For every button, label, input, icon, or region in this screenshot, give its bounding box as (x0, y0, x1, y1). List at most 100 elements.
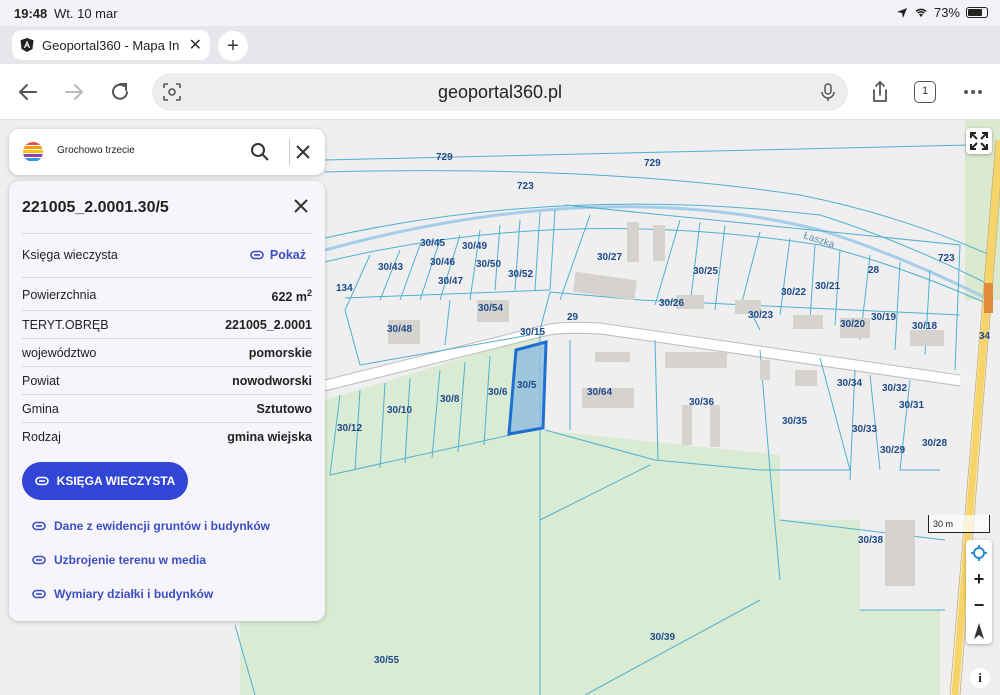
parcel-label: 30/36 (689, 397, 714, 408)
info-icon[interactable]: i (970, 668, 990, 688)
parcel-label: 30/43 (378, 262, 403, 273)
parcel-lines-nw (344, 204, 961, 371)
compass-icon (974, 623, 984, 639)
parcel-label: 30/49 (462, 241, 487, 252)
divider (22, 277, 312, 278)
detail-value: 622 m2 (271, 288, 312, 305)
parcel-label: 30/35 (782, 416, 807, 427)
kw-label: Księga wieczysta (22, 248, 118, 262)
reload-icon[interactable] (106, 78, 134, 106)
link-label: Uzbrojenie terenu w media (54, 553, 207, 567)
search-divider (289, 139, 290, 165)
parcel-label: 30/34 (837, 378, 862, 389)
parcel-label: 30/48 (387, 324, 412, 335)
link-utilities[interactable]: Uzbrojenie terenu w media (32, 553, 206, 567)
road-marker-orange (984, 283, 993, 313)
detail-key: Rodzaj (22, 430, 61, 444)
close-icon[interactable] (293, 142, 313, 162)
forward-icon[interactable] (60, 78, 88, 106)
parcel-label: 30/39 (650, 632, 675, 643)
location-icon (896, 7, 907, 18)
parcel-label: 30/55 (374, 655, 399, 666)
search-card: Grochowo trzecie (9, 129, 325, 175)
parcel-label: 30/38 (858, 535, 883, 546)
tabs-overview-button[interactable]: 1 (914, 81, 936, 103)
parcel-label: 30/20 (840, 319, 865, 330)
parcel-label: 729 (436, 152, 453, 163)
detail-value: Sztutowo (256, 402, 312, 416)
parcel-label: 723 (938, 253, 955, 264)
parcel-label: 30/47 (438, 276, 463, 287)
ksiega-wieczysta-button-label: KSIĘGA WIECZYSTA (56, 474, 176, 488)
parcel-label: 723 (517, 181, 534, 192)
new-tab-button[interactable]: + (218, 31, 248, 61)
zoom-out-button[interactable]: − (966, 592, 992, 618)
fullscreen-button[interactable] (966, 128, 992, 154)
link-land-register-data[interactable]: Dane z ewidencji gruntów i budynków (32, 519, 270, 533)
map-zoom-controls: + − (966, 540, 992, 644)
link-label: Dane z ewidencji gruntów i budynków (54, 519, 271, 533)
parcel-label: 134 (336, 283, 353, 294)
detail-key: województwo (22, 346, 97, 360)
status-time: 19:48 (14, 6, 48, 21)
angular-favicon-icon (20, 38, 34, 52)
address-bar[interactable]: geoportal360.pl (152, 73, 848, 111)
tab-bar: Geoportal360 - Mapa In ✕ + (0, 26, 1000, 64)
parcel-label: 30/5 (517, 380, 537, 391)
zoom-in-button[interactable]: + (966, 566, 992, 592)
tab-title: Geoportal360 - Mapa In (42, 37, 180, 53)
link-dimensions[interactable]: Wymiary działki i budynków (32, 587, 213, 601)
share-icon[interactable] (866, 78, 894, 106)
parcel-label: 30/21 (815, 281, 840, 292)
parcel-label: 30/6 (488, 387, 508, 398)
panel-close-icon[interactable] (292, 197, 310, 215)
parcel-label: 30/15 (520, 327, 545, 338)
detail-key: Powierzchnia (22, 288, 97, 302)
detail-value: nowodworski (232, 374, 312, 388)
detail-row: Powierzchnia 622 m2 (22, 281, 312, 309)
search-icon[interactable] (250, 142, 270, 162)
fullscreen-icon (970, 132, 988, 150)
link-icon (32, 589, 46, 599)
parcel-label: 29 (567, 312, 579, 323)
kw-show-label: Pokaż (269, 248, 306, 262)
link-icon (32, 521, 46, 531)
back-icon[interactable] (14, 78, 42, 106)
parcel-label: 34 (979, 331, 991, 342)
parcel-label: 28 (868, 265, 880, 276)
parcel-label: 30/31 (899, 400, 924, 411)
locate-button[interactable] (966, 540, 992, 566)
microphone-icon[interactable] (818, 82, 838, 102)
parcel-info-panel: 221005_2.0001.30/5 Księga wieczysta Poka… (9, 181, 325, 621)
parcel-label: 30/46 (430, 257, 455, 268)
geoportal-logo-icon (23, 142, 43, 161)
page-scan-icon[interactable] (162, 82, 182, 102)
more-icon[interactable] (960, 78, 988, 106)
kw-show-link[interactable]: Pokaż (250, 248, 306, 262)
parcel-label: 30/50 (476, 259, 501, 270)
detail-row: Gmina Sztutowo (22, 395, 312, 423)
parcel-title: 221005_2.0001.30/5 (22, 199, 169, 216)
detail-row: Rodzaj gmina wiejska (22, 423, 312, 451)
kw-row: Księga wieczysta Pokaż (22, 241, 312, 269)
battery-icon (966, 7, 988, 18)
tab-close-icon[interactable]: ✕ (189, 35, 202, 55)
scale-label: 30 m (933, 519, 954, 529)
parcel-label: 30/28 (922, 438, 947, 449)
battery-percent: 73% (933, 5, 960, 20)
search-input[interactable]: Grochowo trzecie (57, 145, 135, 156)
browser-tab[interactable]: Geoportal360 - Mapa In ✕ (12, 30, 210, 60)
parcel-label: 30/10 (387, 405, 412, 416)
parcel-label: 30/54 (478, 303, 503, 314)
divider (22, 233, 312, 234)
wifi-icon (915, 8, 927, 17)
ksiega-wieczysta-button[interactable]: KSIĘGA WIECZYSTA (22, 462, 188, 500)
link-icon (250, 250, 264, 260)
reset-north-button[interactable] (966, 618, 992, 644)
status-date: Wt. 10 mar (54, 6, 118, 21)
parcel-label: 30/45 (420, 238, 445, 249)
link-icon (32, 555, 46, 565)
url-text: geoportal360.pl (437, 82, 563, 102)
detail-value: pomorskie (248, 346, 312, 360)
parcel-label: 30/33 (852, 424, 877, 435)
